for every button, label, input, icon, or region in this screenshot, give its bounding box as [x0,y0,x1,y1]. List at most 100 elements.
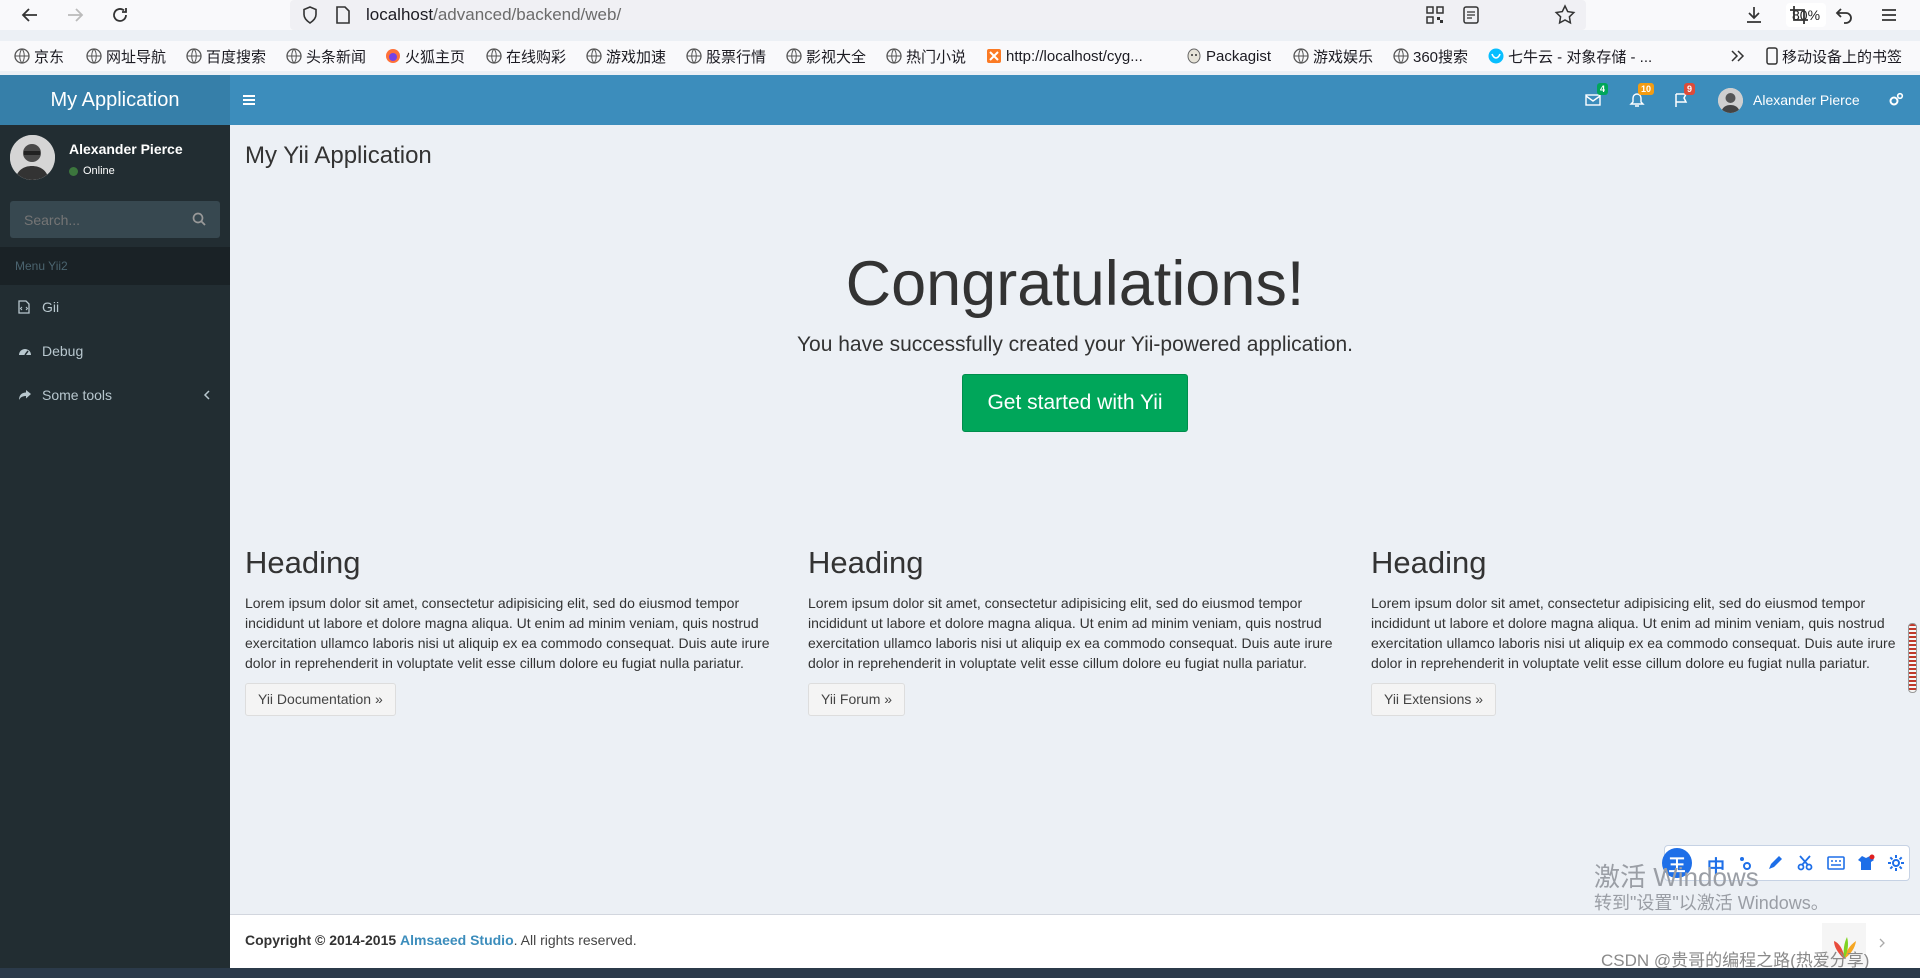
bookmark-item[interactable]: 火狐主页 [385,41,465,71]
reload-icon[interactable] [107,2,133,28]
windows-taskbar [0,968,1920,978]
bookmark-item[interactable]: 京东 [14,41,64,71]
avatar [10,135,55,180]
yii-extensions-button[interactable]: Yii Extensions » [1371,683,1497,716]
get-started-button[interactable]: Get started with Yii [962,374,1188,432]
footer-text: Copyright © 2014-2015 Almsaeed Studio. A… [245,932,637,948]
bookmark-label: 股票行情 [706,48,767,66]
sidebar: Alexander Pierce Online Menu Yii2 Gii De… [0,125,230,978]
url-path: /advanced/backend/web/ [433,5,622,24]
chevron-right-icon[interactable] [1878,937,1886,949]
xampp-icon [986,48,1002,64]
address-bar[interactable]: localhost/advanced/backend/web/ 80% [290,0,1827,30]
ime-settings-gear-icon[interactable] [1887,854,1905,872]
forward-icon[interactable] [62,2,88,28]
sidebar-item-gii[interactable]: Gii [0,285,230,329]
shield-icon[interactable] [300,5,320,25]
undo-icon[interactable] [1831,2,1857,28]
bookmark-item[interactable]: 在线购彩 [486,41,566,71]
bookmark-label: 在线购彩 [506,48,567,66]
sidebar-toggle-icon[interactable] [242,75,256,125]
bookmark-label: 火狐主页 [405,48,466,66]
column-body: Lorem ipsum dolor sit amet, consectetur … [245,595,770,671]
bookmark-label: 游戏娱乐 [1313,48,1374,66]
bookmark-item[interactable]: 游戏娱乐 [1293,41,1373,71]
share-icon [18,389,32,401]
bookmark-item[interactable]: 百度搜索 [186,41,266,71]
yii-documentation-button[interactable]: Yii Documentation » [245,683,396,716]
bookmark-label: 京东 [34,48,65,66]
crop-icon[interactable] [1786,2,1812,28]
menu-icon[interactable] [1876,2,1902,28]
bookmark-item[interactable]: 360搜索 [1393,41,1468,71]
control-sidebar-gears-icon[interactable] [1888,75,1904,125]
search-input[interactable] [10,201,180,238]
mobile-bookmarks-label: 移动设备上的书签 [1782,48,1903,66]
qr-code-icon[interactable] [1426,6,1444,24]
bookmark-item[interactable]: 股票行情 [686,41,766,71]
bookmark-item[interactable]: 热门小说 [886,41,966,71]
globe-icon [786,48,802,64]
bookmark-item[interactable]: 网址导航 [86,41,166,71]
globe-icon [586,48,602,64]
bookmark-label: 百度搜索 [206,48,267,66]
notifications-badge: 10 [1638,83,1655,95]
column-body: Lorem ipsum dolor sit amet, consectetur … [1371,595,1896,671]
qiniu-icon [1488,48,1504,64]
watermark-title: 激活 Windows [1594,862,1759,892]
bookmark-label: 头条新闻 [306,48,367,66]
url-host: localhost [366,5,434,24]
online-status-icon [69,166,78,176]
scroll-thumb[interactable] [1908,623,1917,693]
sidebar-item-some-tools[interactable]: Some tools [0,373,230,417]
back-icon[interactable] [17,2,43,28]
bookmark-item[interactable]: 头条新闻 [286,41,366,71]
mobile-bookmarks[interactable]: 移动设备上的书签 [1766,41,1902,71]
globe-icon [486,48,502,64]
bookmark-label: 影视大全 [806,48,867,66]
bookmark-star-icon[interactable] [1554,4,1576,26]
bookmark-item[interactable]: Packagist [1186,41,1271,71]
notifications-menu[interactable]: 10 [1629,75,1655,125]
menu-header: Menu Yii2 [0,247,230,285]
dashboard-icon [18,345,32,357]
chevron-left-icon [203,389,211,401]
tasks-badge: 9 [1684,83,1696,95]
download-icon[interactable] [1741,2,1767,28]
ime-skin-icon[interactable] [1857,854,1875,872]
watermark-subtitle: 转到"设置"以激活 Windows。 [1594,893,1829,913]
user-menu[interactable]: Alexander Pierce [1718,75,1860,125]
column-heading: Heading [1371,545,1487,580]
bookmarks-overflow-icon[interactable] [1729,41,1747,71]
bookmark-item[interactable]: 游戏加速 [586,41,666,71]
bookmarks-bar: 京东 网址导航 百度搜索 头条新闻 火狐主页 在线购彩 游戏加速 股票行情 影视… [0,41,1920,71]
bookmark-item[interactable]: http://localhost/cyg... [986,41,1143,71]
app-logo[interactable]: My Application [0,75,230,125]
mobile-icon [1766,47,1778,65]
ime-keyboard-icon[interactable] [1827,856,1845,870]
column-heading: Heading [245,545,361,580]
footer-studio-link[interactable]: Almsaeed Studio [400,932,514,948]
jumbotron-heading: Congratulations! [845,249,1305,319]
url-text[interactable]: localhost/advanced/backend/web/ [366,5,621,25]
windows-activation-watermark: 激活 Windows 转到"设置"以激活 Windows。 [1594,862,1829,914]
sidebar-item-debug[interactable]: Debug [0,329,230,373]
globe-icon [886,48,902,64]
tasks-menu[interactable]: 9 [1673,75,1696,125]
bookmark-label: 360搜索 [1413,48,1469,66]
reader-view-icon[interactable] [1462,6,1480,24]
bookmark-item[interactable]: 七牛云 - 对象存储 - ... [1488,41,1652,71]
feature-column: Heading Lorem ipsum dolor sit amet, cons… [808,545,1353,716]
sidebar-item-label: Gii [42,299,60,315]
feature-column: Heading Lorem ipsum dolor sit amet, cons… [1371,545,1916,716]
yii-forum-button[interactable]: Yii Forum » [808,683,906,716]
footer-suffix: . All rights reserved. [513,932,637,948]
messages-menu[interactable]: 4 [1585,75,1609,125]
avatar [1718,87,1743,113]
search-icon[interactable] [192,212,206,226]
column-heading: Heading [808,545,924,580]
globe-icon [14,48,30,64]
file-code-icon [18,300,32,314]
footer-copyright: Copyright © 2014-2015 [245,932,397,948]
bookmark-item[interactable]: 影视大全 [786,41,866,71]
